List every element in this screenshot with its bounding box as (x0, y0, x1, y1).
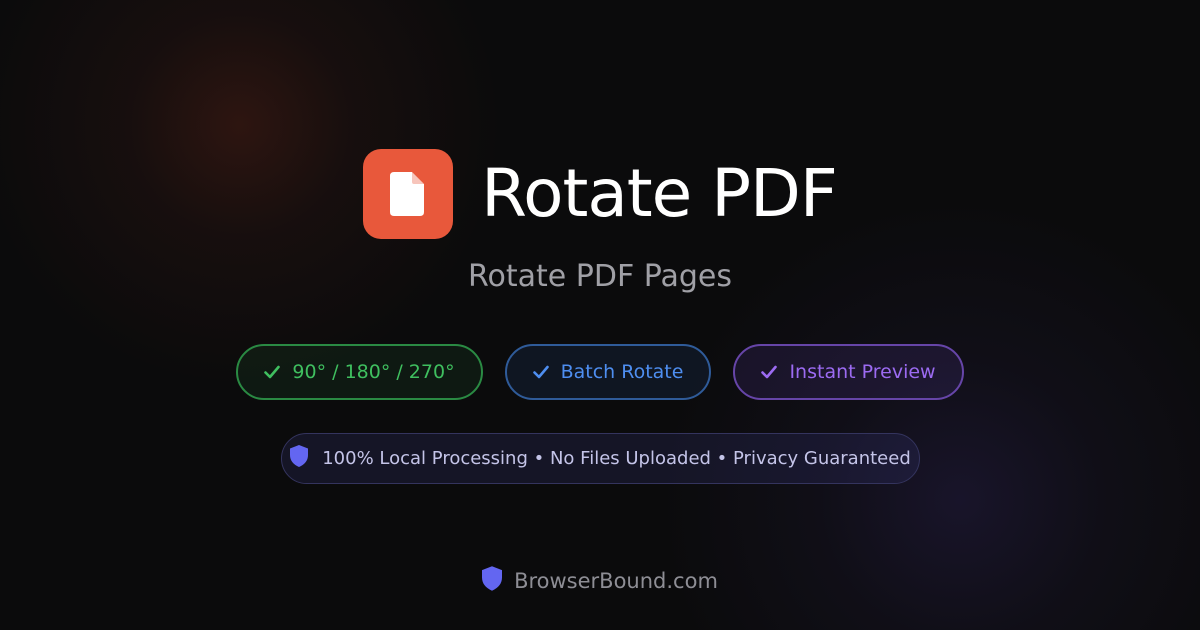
feature-badge-instant-preview: Instant Preview (733, 344, 964, 400)
shield-icon (482, 566, 503, 596)
feature-label: 90° / 180° / 270° (292, 361, 455, 383)
page-title: Rotate PDF (481, 155, 838, 232)
shield-icon (290, 445, 309, 472)
privacy-text: 100% Local Processing • No Files Uploade… (322, 448, 911, 469)
feature-list: 90° / 180° / 270° Batch Rotate Instant P… (0, 344, 1200, 400)
check-icon (264, 365, 281, 379)
title-row: Rotate PDF (0, 149, 1200, 239)
page-subtitle: Rotate PDF Pages (468, 259, 732, 294)
check-icon (532, 365, 549, 379)
feature-badge-batch-rotate: Batch Rotate (504, 344, 712, 400)
feature-badge-rotation-angles: 90° / 180° / 270° (236, 344, 483, 400)
og-card: Rotate PDF Rotate PDF Pages 90° / 180° /… (0, 0, 1200, 630)
privacy-banner: 100% Local Processing • No Files Uploade… (281, 433, 920, 484)
check-icon (761, 365, 778, 379)
brand-name: BrowserBound.com (514, 569, 718, 593)
feature-label: Instant Preview (789, 361, 936, 383)
feature-label: Batch Rotate (560, 361, 684, 383)
footer-brand: BrowserBound.com (0, 566, 1200, 596)
pdf-file-icon (363, 149, 454, 239)
